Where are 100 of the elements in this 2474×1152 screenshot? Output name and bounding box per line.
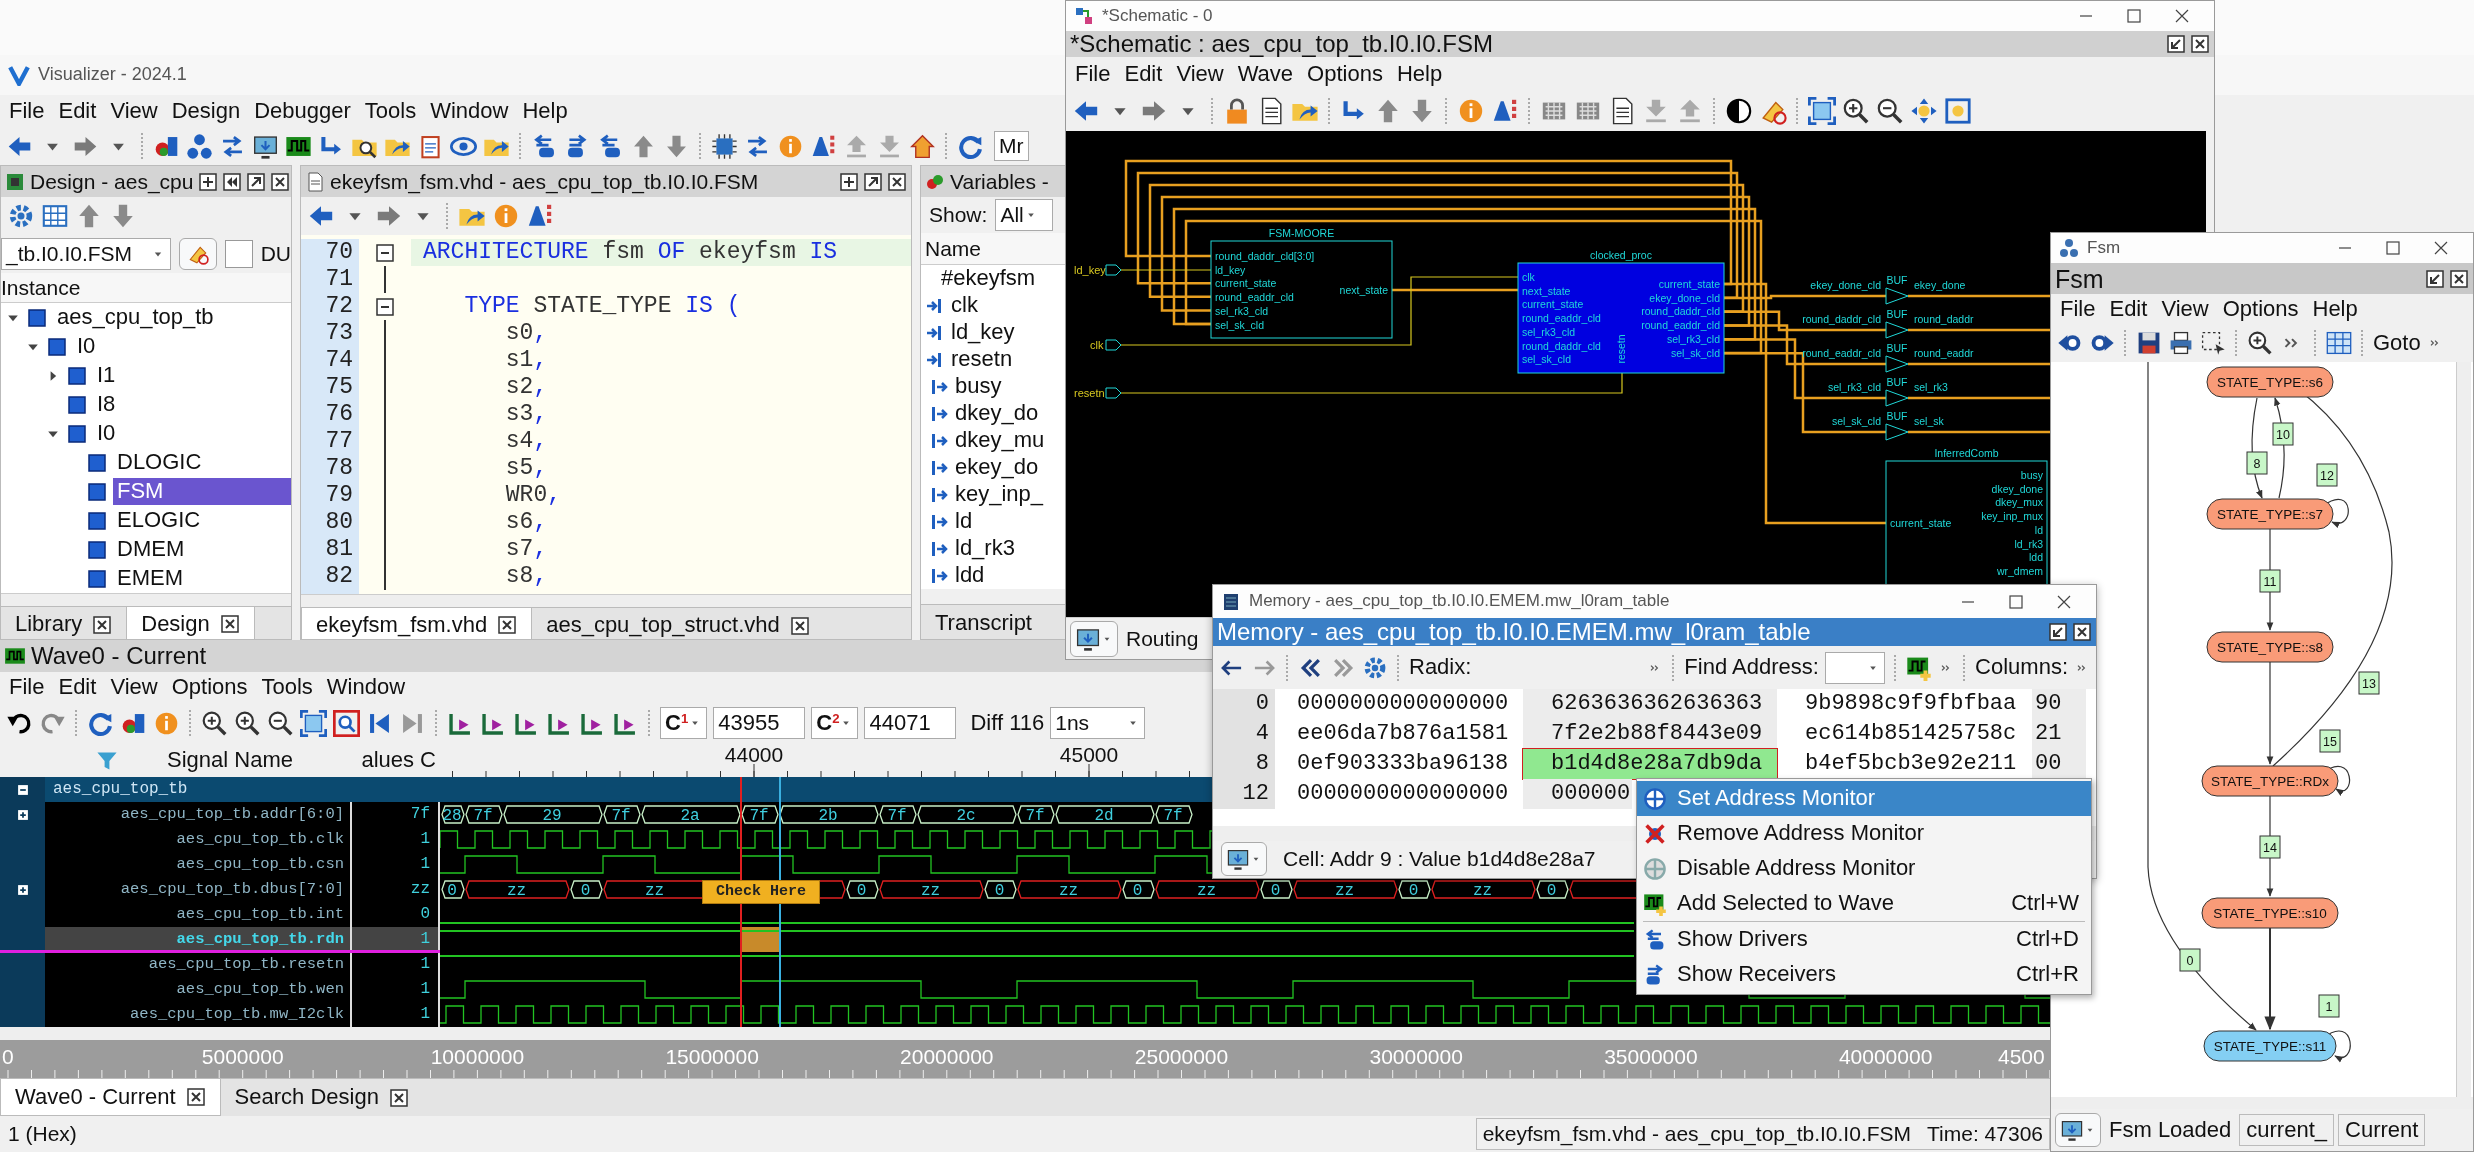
state-node[interactable]: STATE_TYPE::s10: [2201, 897, 2339, 929]
signal-name[interactable]: aes_cpu_top_tb.csn: [176, 855, 344, 874]
tree-item[interactable]: aes_cpu_top_tb: [53, 304, 218, 331]
menu-item[interactable]: Design: [164, 97, 248, 125]
signal-name[interactable]: aes_cpu_top_tb.mw_I2clk: [130, 1005, 344, 1024]
signal-name[interactable]: aes_cpu_top_tb.int: [176, 905, 344, 924]
variable-name[interactable]: clk: [951, 292, 978, 319]
tree-item[interactable]: I8: [93, 391, 120, 418]
show-dropdown[interactable]: All: [995, 199, 1054, 231]
menu-item[interactable]: Show Receivers Ctrl+R: [1637, 957, 2091, 992]
time-label: 35000000: [1604, 1045, 1698, 1068]
state-node[interactable]: STATE_TYPE::s11: [2203, 1030, 2337, 1062]
variable-name[interactable]: dkey_do: [955, 400, 1039, 427]
variable-name[interactable]: ekey_do: [955, 454, 1039, 481]
menu-item[interactable]: File: [2053, 295, 2103, 323]
memory-cell[interactable]: 6263636362636363: [1523, 689, 1777, 719]
menu-item[interactable]: Debugger: [247, 97, 358, 125]
menu-item[interactable]: File: [2, 97, 52, 125]
menu-item[interactable]: View: [2154, 295, 2216, 323]
menu-item[interactable]: Help: [1389, 60, 1450, 88]
menu-item[interactable]: Options: [2215, 295, 2306, 323]
menu-item[interactable]: Window: [319, 673, 413, 701]
variable-name[interactable]: dkey_mu: [955, 427, 1045, 454]
menu-item[interactable]: Wave: [1230, 60, 1301, 88]
state-node[interactable]: STATE_TYPE::s8: [2206, 631, 2334, 663]
memory-cell[interactable]: 000000: [1523, 779, 1633, 809]
menu-item[interactable]: File: [2, 673, 52, 701]
cursor-dropdown[interactable]: C$^{1}$: [660, 707, 708, 739]
menu-item[interactable]: Set Address Monitor: [1637, 781, 2091, 816]
menu-item[interactable]: Options: [1300, 60, 1390, 88]
menu-item[interactable]: Edit: [51, 673, 104, 701]
menu-item[interactable]: Tools: [254, 673, 320, 701]
signal-name[interactable]: aes_cpu_top_tb.wen: [176, 980, 344, 999]
menu-item[interactable]: View: [1169, 60, 1231, 88]
signal-name[interactable]: aes_cpu_top_tb.clk: [176, 830, 344, 849]
variable-name[interactable]: ld_rk3: [955, 535, 1015, 562]
field-label: Show:: [929, 202, 988, 228]
variable-name[interactable]: ldd: [955, 562, 985, 589]
tree-item[interactable]: ELOGIC: [113, 507, 205, 534]
variable-name[interactable]: key_inp_: [955, 481, 1044, 508]
memory-cell[interactable]: 00: [2032, 749, 2086, 779]
menu-item[interactable]: Edit: [51, 97, 104, 125]
tree-item[interactable]: DMEM: [113, 536, 189, 563]
spin-field[interactable]: 44071: [864, 707, 957, 739]
variable-name[interactable]: ld_key: [951, 319, 1015, 346]
bus-value: zz: [1334, 882, 1355, 900]
menu-item[interactable]: Edit: [1117, 60, 1170, 88]
status-text: Routing: [1126, 626, 1199, 652]
memory-cell[interactable]: 21: [2032, 719, 2086, 749]
state-node[interactable]: STATE_TYPE::s7: [2206, 498, 2334, 530]
variable-name[interactable]: #ekeyfsm: [941, 265, 1036, 292]
menu-item[interactable]: Help: [515, 97, 575, 125]
variable-name[interactable]: resetn: [951, 346, 1013, 373]
unit-dropdown[interactable]: 1ns: [1050, 707, 1146, 739]
menu-item[interactable]: Options: [164, 673, 255, 701]
signal-name[interactable]: aes_cpu_top_tb.dbus[7:0]: [120, 880, 344, 899]
signal-name[interactable]: aes_cpu_top_tb.resetn: [148, 955, 344, 974]
menu-item[interactable]: File: [1068, 60, 1118, 88]
tree-item[interactable]: I1: [93, 362, 120, 389]
tree-item[interactable]: FSM: [113, 478, 291, 505]
menu-item[interactable]: Tools: [357, 97, 424, 125]
tab[interactable]: Wave0 - Current: [0, 1079, 221, 1116]
menu-item[interactable]: Show Drivers Ctrl+D: [1637, 922, 2091, 957]
memory-cell[interactable]: 7f2e2b88f8443e09: [1523, 719, 1777, 749]
tree-item[interactable]: DLOGIC: [113, 449, 206, 476]
variable-name[interactable]: busy: [955, 373, 1002, 400]
goto-button[interactable]: Goto: [2373, 329, 2421, 357]
tab[interactable]: ekeyfsm_fsm.vhd: [301, 608, 533, 639]
variable-name[interactable]: ld: [955, 508, 973, 535]
bus-value: 2c: [956, 807, 976, 825]
tab-label: Design: [141, 610, 210, 638]
field-label: Radix:: [1409, 654, 1472, 681]
pin-label: sel_rk3_cld: [1522, 325, 1576, 338]
transition-label: 0: [2179, 948, 2201, 972]
scope-dropdown[interactable]: _tb.I0.I0.FSM: [1, 238, 171, 270]
time-label: 45000: [1059, 744, 1119, 766]
tab[interactable]: Design: [126, 607, 255, 639]
pin-label: current_state: [1215, 277, 1277, 290]
toolbar-dropdown[interactable]: Mr: [994, 131, 1029, 161]
bus-value: 7f: [749, 807, 769, 825]
menu-item[interactable]: Window: [423, 97, 516, 125]
menu-item[interactable]: View: [103, 673, 165, 701]
tree-item[interactable]: EMEM: [113, 565, 187, 592]
memory-cell[interactable]: b1d4d8e28a7db9da: [1523, 749, 1777, 779]
menu-item[interactable]: Help: [2305, 295, 2365, 323]
tree-item[interactable]: I0: [73, 333, 100, 360]
memory-cell[interactable]: 90: [2032, 689, 2086, 719]
block-title: FSM-MOORE: [1268, 227, 1335, 239]
menu-item[interactable]: View: [103, 97, 165, 125]
line-number: 73: [324, 320, 353, 347]
state-node[interactable]: STATE_TYPE::RDx: [2201, 765, 2339, 797]
cursor-dropdown[interactable]: C$^{2}$: [811, 707, 859, 739]
spin-field[interactable]: 43955: [713, 707, 806, 739]
state-node[interactable]: STATE_TYPE::s6: [2206, 366, 2334, 398]
tree-item[interactable]: I0: [93, 420, 120, 447]
menu-item[interactable]: Add Selected to Wave Ctrl+W: [1637, 886, 2091, 921]
signal-name[interactable]: aes_cpu_top_tb.addr[6:0]: [120, 805, 344, 824]
menu-item[interactable]: Remove Address Monitor: [1637, 816, 2091, 851]
menu-item[interactable]: Edit: [2102, 295, 2155, 323]
menu-item[interactable]: Disable Address Monitor: [1637, 851, 2091, 886]
